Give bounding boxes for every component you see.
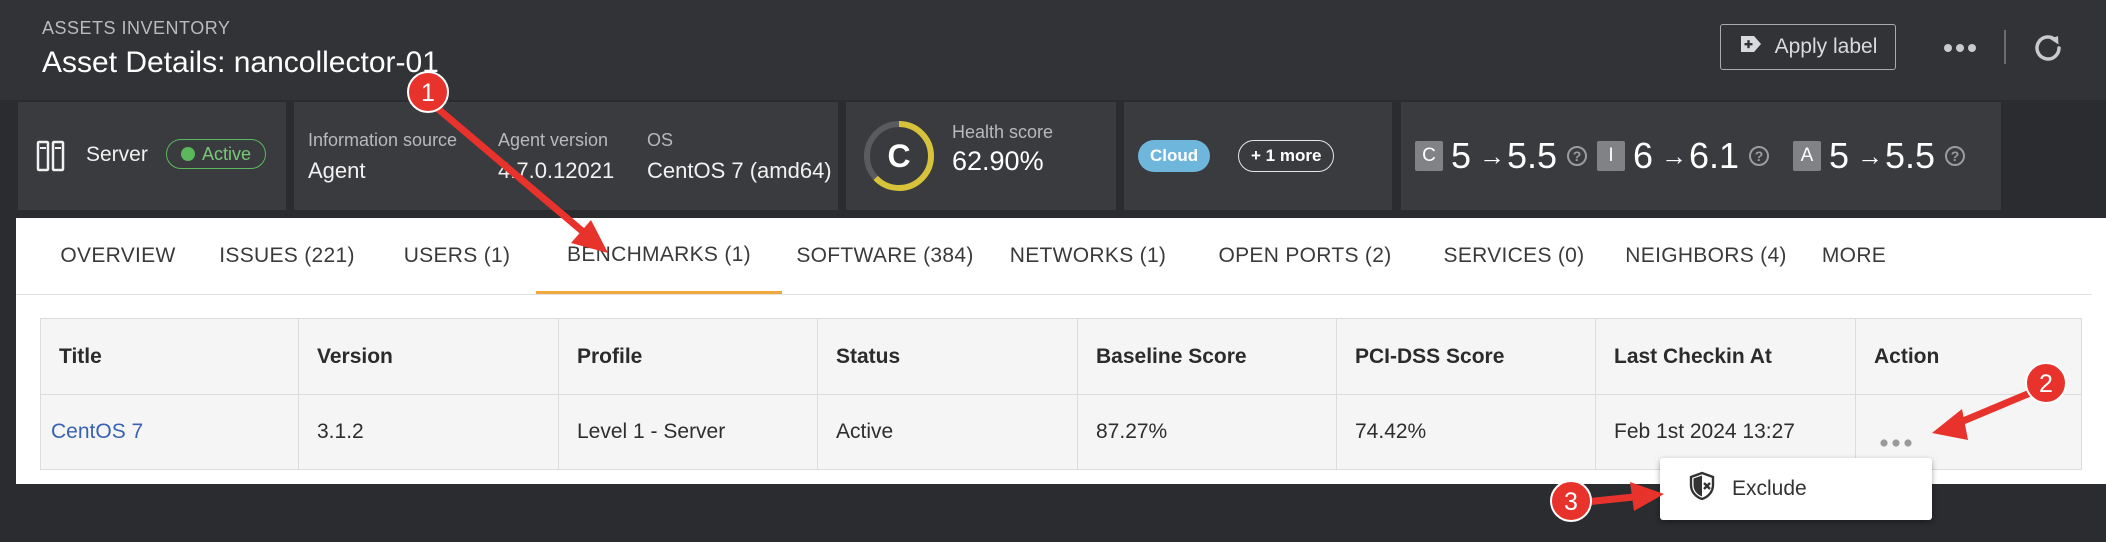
page-header: ASSETS INVENTORY Asset Details: nancolle… [0,0,2106,100]
info-source-value: Agent [308,158,366,183]
agent-version-value: 4.7.0.12021 [498,158,615,183]
column-status: Status Active [818,319,1078,469]
tab-bar: OVERVIEW ISSUES (221) USERS (1) BENCHMAR… [16,218,2092,295]
arrow-right-icon: → [1661,140,1688,171]
health-score-ring: C [864,121,934,191]
column-header-status[interactable]: Status [818,319,1077,395]
help-icon[interactable]: ? [1567,146,1588,166]
cia-from-value: 5 [1451,135,1472,176]
benchmark-title-link[interactable]: CentOS 7 [41,395,298,469]
tab-software[interactable]: SOFTWARE (384) [794,218,976,294]
info-source-label: Information source [308,130,458,150]
benchmarks-table: Title CentOS 7 Version 3.1.2 Profile Lev… [40,318,2082,470]
column-version: Version 3.1.2 [299,319,559,469]
tab-open-ports[interactable]: OPEN PORTS (2) [1212,218,1398,294]
column-baseline-score: Baseline Score 87.27% [1078,319,1337,469]
cia-from-value: 5 [1829,135,1850,176]
column-header-action: Action [1856,319,2081,395]
cloud-tag[interactable]: Cloud [1138,140,1211,172]
annotation-arrow-3 [1572,482,1664,511]
menu-item-exclude[interactable]: Exclude [1660,458,1932,520]
more-tags-button[interactable]: + 1 more [1238,140,1335,172]
status-dot-icon [181,147,195,161]
agent-version-label: Agent version [498,130,609,150]
cia-to-value: 6.1 [1689,135,1740,176]
menu-item-exclude-label: Exclude [1732,477,1807,500]
row-action-dropdown: Exclude [1660,458,1932,520]
cia-integrity: I 6 → 6.1 ? [1597,132,1770,180]
cia-scores-card: C 5 → 5.5 ? I 6 → 6.1 ? A 5 → 5.5 ? [1401,102,2001,210]
tab-more[interactable]: MORE [1816,218,1892,294]
cia-letter: C [1415,141,1443,171]
page-title: Asset Details: nancollector-01 [42,46,439,79]
refresh-icon[interactable] [2028,28,2068,68]
tab-networks[interactable]: NETWORKS (1) [1008,218,1168,294]
health-score-label: Health score [952,122,1054,142]
column-header-profile[interactable]: Profile [559,319,817,395]
server-icon [36,140,66,177]
os-label: OS [647,130,674,150]
annotation-marker-label: 3 [1564,488,1578,516]
column-action: Action [1856,319,2081,469]
more-options-icon[interactable] [1940,30,1980,66]
column-header-version[interactable]: Version [299,319,558,395]
breadcrumb[interactable]: ASSETS INVENTORY [42,18,230,39]
cell-profile: Level 1 - Server [577,420,726,443]
label-plus-icon [1739,33,1763,61]
column-title: Title CentOS 7 [41,319,299,469]
cia-availability: A 5 → 5.5 ? [1793,132,1966,180]
cell-version: 3.1.2 [317,420,364,443]
status-badge: Active [166,139,267,169]
column-last-checkin: Last Checkin At Feb 1st 2024 13:27 [1596,319,1856,469]
tab-overview[interactable]: OVERVIEW [54,218,182,294]
asset-type-label: Server [86,143,148,166]
cia-letter: I [1597,141,1625,171]
help-icon[interactable]: ? [1749,146,1770,166]
labels-card: Cloud + 1 more [1124,102,1392,210]
tab-neighbors[interactable]: NEIGHBORS (4) [1625,218,1786,294]
column-profile: Profile Level 1 - Server [559,319,818,469]
arrow-right-icon: → [1857,140,1884,171]
os-value: CentOS 7 (amd64) [647,158,832,183]
column-pci-dss-score: PCI-DSS Score 74.42% [1337,319,1596,469]
column-header-last-checkin[interactable]: Last Checkin At [1596,319,1855,395]
health-score-card: C Health score 62.90% [846,102,1116,210]
help-icon[interactable]: ? [1945,146,1966,166]
cia-confidentiality: C 5 → 5.5 ? [1415,132,1588,180]
cell-status: Active [836,420,894,443]
tab-issues[interactable]: ISSUES (221) [212,218,362,294]
tab-services[interactable]: SERVICES (0) [1432,218,1596,294]
apply-label-text: Apply label [1774,35,1878,58]
cia-letter: A [1793,141,1821,171]
apply-label-button[interactable]: Apply label [1720,24,1896,70]
tab-benchmarks[interactable]: BENCHMARKS (1) [536,218,782,294]
header-divider [2004,30,2006,64]
health-score-value: 62.90% [952,146,1044,176]
health-grade: C [887,138,910,174]
arrow-right-icon: → [1479,140,1506,171]
column-header-pci-dss-score[interactable]: PCI-DSS Score [1337,319,1595,395]
annotation-marker-3: 3 [1550,480,1592,522]
shield-x-icon [1688,471,1716,507]
status-badge-text: Active [202,143,252,164]
asset-info-card: Information source Agent Agent version 4… [294,102,838,210]
cell-pci-dss-score: 74.42% [1355,420,1427,443]
tab-users[interactable]: USERS (1) [392,218,522,294]
cia-to-value: 5.5 [1507,135,1558,176]
column-header-title[interactable]: Title [41,319,298,395]
cell-baseline-score: 87.27% [1096,420,1168,443]
row-actions-icon[interactable] [1874,429,1918,457]
cia-from-value: 6 [1633,135,1654,176]
content-panel: OVERVIEW ISSUES (221) USERS (1) BENCHMAR… [16,218,2106,484]
cia-to-value: 5.5 [1885,135,1936,176]
asset-type-card: Server Active [18,102,286,210]
column-header-baseline-score[interactable]: Baseline Score [1078,319,1336,395]
